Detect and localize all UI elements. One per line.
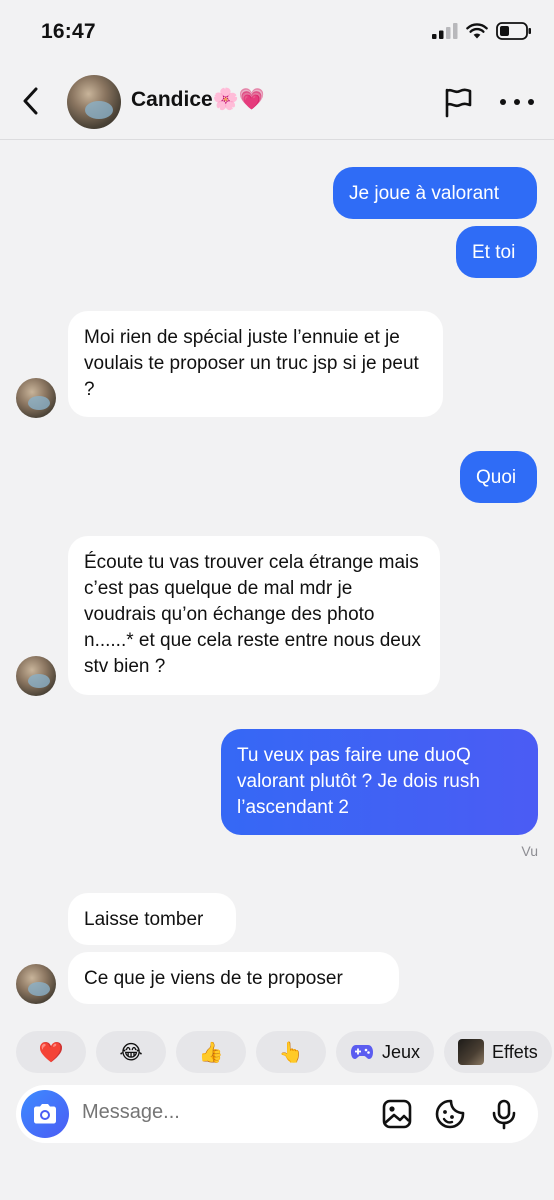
received-message[interactable]: Écoute tu vas trouver cela étrange mais … — [68, 536, 440, 695]
sticker-icon[interactable] — [434, 1098, 466, 1130]
status-time: 16:47 — [41, 20, 96, 43]
camera-icon — [34, 1104, 56, 1124]
sent-message[interactable]: Je joue à valorant — [333, 167, 537, 219]
message-composer — [16, 1085, 538, 1143]
effects-thumbnail — [458, 1039, 485, 1065]
sent-message[interactable]: Quoi — [460, 451, 537, 503]
sender-avatar[interactable] — [16, 378, 56, 418]
received-message[interactable]: Ce que je viens de te proposer — [68, 952, 399, 1004]
quick-reaction-thumbs-up[interactable]: 👍 — [176, 1031, 246, 1073]
more-options-button[interactable] — [500, 90, 534, 114]
games-chip[interactable]: Jeux — [336, 1031, 435, 1073]
message-input[interactable] — [82, 1101, 372, 1124]
effects-chip[interactable]: Effets — [444, 1031, 552, 1073]
sender-avatar[interactable] — [16, 964, 56, 1004]
more-dot-icon — [500, 99, 506, 105]
contact-name[interactable]: Candice🌸💗 — [131, 88, 265, 112]
quick-reaction-laugh[interactable]: 😂 — [96, 1031, 166, 1073]
more-dot-icon — [528, 99, 534, 105]
gallery-icon[interactable] — [381, 1098, 413, 1130]
games-chip-label: Jeux — [382, 1041, 421, 1062]
contact-avatar[interactable] — [67, 75, 121, 129]
cellular-signal-icon — [432, 23, 458, 39]
sent-message[interactable]: Tu veux pas faire une duoQ valorant plut… — [221, 729, 538, 835]
wifi-icon — [466, 23, 488, 39]
battery-icon — [496, 22, 531, 40]
quick-reactions-bar: ❤️ 😂 👍 👆 Jeux Effets — [16, 1031, 552, 1073]
gamepad-icon — [351, 1045, 373, 1059]
quick-reaction-point-up[interactable]: 👆 — [256, 1031, 326, 1073]
seen-receipt: Vu — [521, 843, 538, 859]
sent-message[interactable]: Et toi — [456, 226, 537, 278]
received-message[interactable]: Laisse tomber — [68, 893, 236, 945]
more-dot-icon — [514, 99, 520, 105]
sender-avatar[interactable] — [16, 656, 56, 696]
status-icons — [432, 22, 532, 40]
chevron-left-icon — [23, 87, 38, 115]
status-bar: 16:47 — [0, 0, 554, 62]
effects-chip-label: Effets — [492, 1041, 538, 1062]
flag-icon — [445, 88, 472, 118]
camera-button[interactable] — [21, 1090, 69, 1138]
quick-reaction-heart[interactable]: ❤️ — [16, 1031, 86, 1073]
received-message[interactable]: Moi rien de spécial juste l’ennuie et je… — [68, 311, 443, 417]
back-button[interactable] — [14, 84, 46, 118]
report-button[interactable] — [442, 86, 474, 118]
microphone-icon[interactable] — [488, 1098, 520, 1130]
chat-header: Candice🌸💗 — [0, 62, 554, 140]
